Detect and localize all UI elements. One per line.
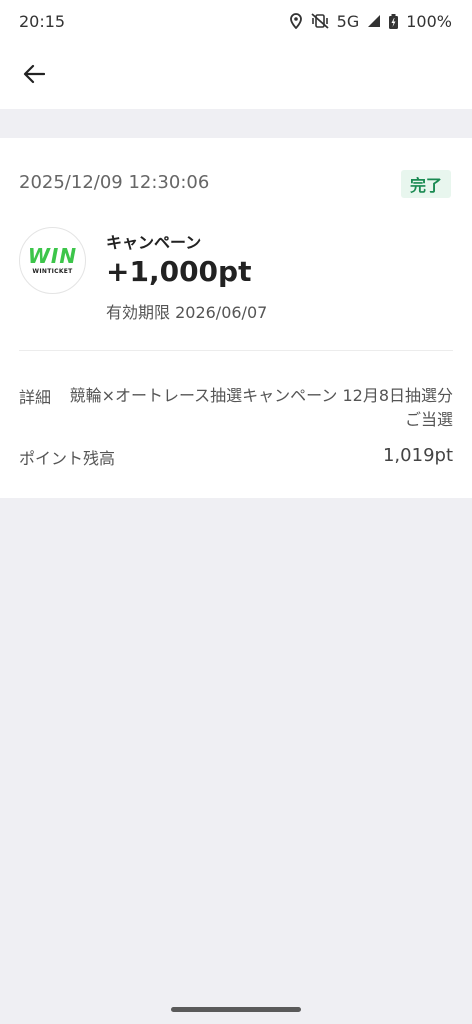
signal-icon (367, 14, 381, 28)
battery-percent: 100% (406, 11, 452, 31)
status-bar: 20:15 5G 100% (0, 0, 472, 42)
status-badge: 完了 (401, 170, 452, 198)
status-icons: 5G 100% (289, 12, 452, 31)
points-amount: +1,000pt (106, 255, 252, 288)
status-time: 20:15 (19, 11, 66, 31)
detail-label: 詳細 (19, 388, 52, 407)
home-indicator[interactable] (171, 1007, 301, 1012)
app-bar (0, 42, 472, 109)
transaction-datetime: 2025/12/09 12:30:06 (19, 172, 210, 193)
campaign-title: キャンペーン (106, 233, 202, 252)
arrow-left-icon (23, 64, 46, 88)
back-button[interactable] (14, 56, 54, 96)
expiry-date: 有効期限 2026/06/07 (106, 303, 268, 322)
divider (19, 350, 453, 351)
location-icon (289, 13, 303, 29)
battery-icon (389, 13, 399, 29)
balance-value: 1,019pt (382, 445, 453, 466)
winticket-logo: WIN WINTICKET (19, 227, 86, 294)
detail-value: 競輪×オートレース抽選キャンペーン 12月8日抽選分ご当選 (69, 386, 453, 429)
network-type: 5G (336, 11, 360, 31)
logo-mark: WIN (27, 244, 78, 268)
logo-subtext: WINTICKET (32, 268, 73, 275)
vibrate-off-icon (311, 13, 329, 29)
balance-label: ポイント残高 (19, 449, 116, 468)
